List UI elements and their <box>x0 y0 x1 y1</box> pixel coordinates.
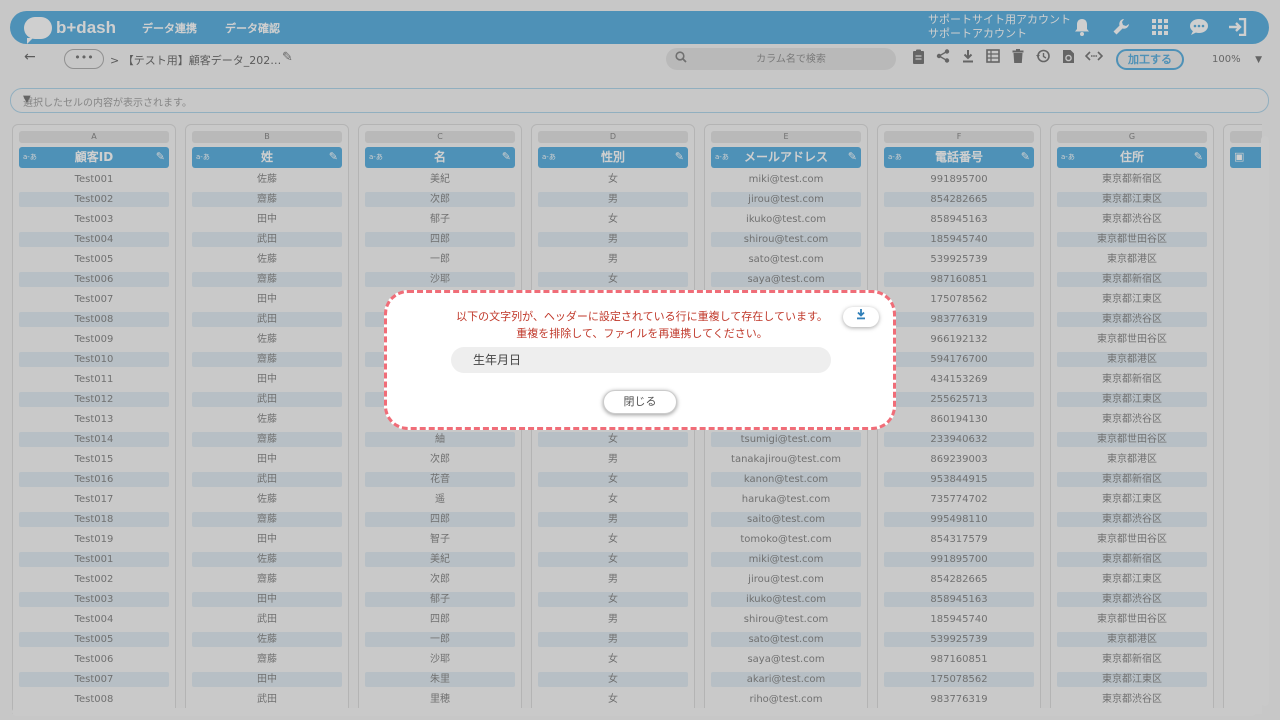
duplicate-header-dialog: 以下の文字列が、ヘッダーに設定されている行に重複して存在しています。 重複を排除… <box>384 290 896 430</box>
vertical-scrollbar[interactable] <box>1261 136 1269 706</box>
duplicate-string-item: 生年月日 <box>451 347 831 373</box>
close-button[interactable]: 閉じる <box>603 390 677 414</box>
dialog-message: 以下の文字列が、ヘッダーに設定されている行に重複して存在しています。 重複を排除… <box>427 308 857 342</box>
download-icon <box>857 309 865 320</box>
dialog-download-button[interactable] <box>843 307 879 327</box>
horizontal-scrollbar[interactable] <box>12 708 1256 716</box>
dialog-message-line-2: 重複を排除して、ファイルを再連携してください。 <box>516 327 768 340</box>
dialog-message-line-1: 以下の文字列が、ヘッダーに設定されている行に重複して存在しています。 <box>456 310 828 323</box>
